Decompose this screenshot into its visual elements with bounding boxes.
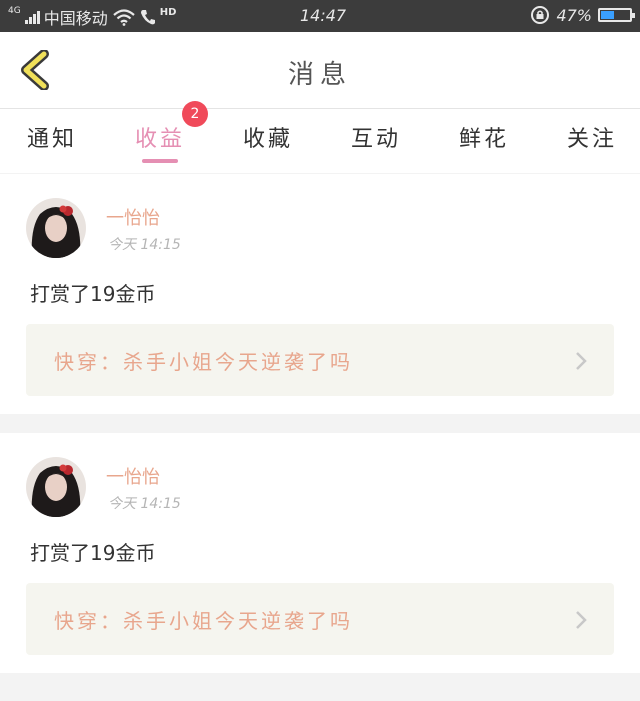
avatar-image	[26, 457, 86, 517]
carrier-name: 中国移动	[43, 9, 108, 28]
rotation-lock-icon	[531, 6, 550, 24]
tab-label: 收益	[134, 127, 185, 152]
unread-badge: 2	[182, 101, 208, 127]
phone-icon	[140, 10, 155, 25]
tab-following[interactable]: 关注	[552, 121, 632, 153]
chevron-right-icon	[576, 611, 587, 629]
message-card: 一怡怡 今天 14:15 打赏了19金币 快穿：杀手小姐今天逆袭了吗	[0, 174, 640, 414]
hd-label: HD	[159, 6, 177, 18]
message-time: 今天 14:15	[108, 237, 181, 253]
book-link[interactable]: 快穿：杀手小姐今天逆袭了吗	[26, 324, 614, 396]
tab-notifications[interactable]: 通知	[12, 121, 92, 153]
avatar-image	[26, 198, 86, 258]
tab-flowers[interactable]: 鲜花	[444, 121, 524, 153]
chevron-right-icon	[576, 352, 587, 370]
tab-favorites[interactable]: 收藏	[228, 121, 308, 153]
tab-label: 收藏	[242, 127, 293, 152]
battery-percent: 47%	[556, 5, 592, 25]
battery-icon	[598, 8, 635, 22]
username: 一怡怡	[106, 467, 160, 488]
active-tab-indicator	[142, 159, 178, 163]
tab-label: 鲜花	[458, 127, 509, 152]
page-title: 消息	[287, 60, 352, 90]
tab-earnings[interactable]: 收益	[120, 121, 200, 163]
book-title: 快穿：杀手小姐今天逆袭了吗	[54, 350, 353, 374]
battery-fill	[601, 11, 614, 19]
tab-interactions[interactable]: 互动	[336, 121, 416, 153]
nav-header: 消息	[0, 32, 640, 109]
tab-label: 互动	[350, 127, 401, 152]
status-time: 14:47	[300, 6, 347, 25]
message-action: 打赏了19金币	[30, 541, 156, 565]
message-time: 今天 14:15	[108, 496, 181, 512]
tab-label: 通知	[26, 127, 77, 152]
book-title: 快穿：杀手小姐今天逆袭了吗	[54, 609, 353, 633]
status-bar: 4G 中国移动 HD 14:47 47%	[0, 0, 640, 32]
message-card: 一怡怡 今天 14:15 打赏了19金币 快穿：杀手小姐今天逆袭了吗	[0, 433, 640, 673]
avatar[interactable]	[26, 457, 86, 517]
username: 一怡怡	[106, 208, 160, 229]
tab-bar: 通知 收益 收藏 互动 鲜花 关注	[0, 109, 640, 173]
book-link[interactable]: 快穿：杀手小姐今天逆袭了吗	[26, 583, 614, 655]
wifi-icon	[112, 9, 135, 26]
message-action: 打赏了19金币	[30, 282, 156, 306]
status-bar-left: 4G 中国移动 HD	[8, 5, 176, 29]
network-type: 4G	[8, 6, 21, 16]
status-bar-right: 47%	[530, 5, 635, 25]
tab-label: 关注	[566, 127, 617, 152]
signal-icon	[24, 10, 40, 24]
avatar[interactable]	[26, 198, 86, 258]
